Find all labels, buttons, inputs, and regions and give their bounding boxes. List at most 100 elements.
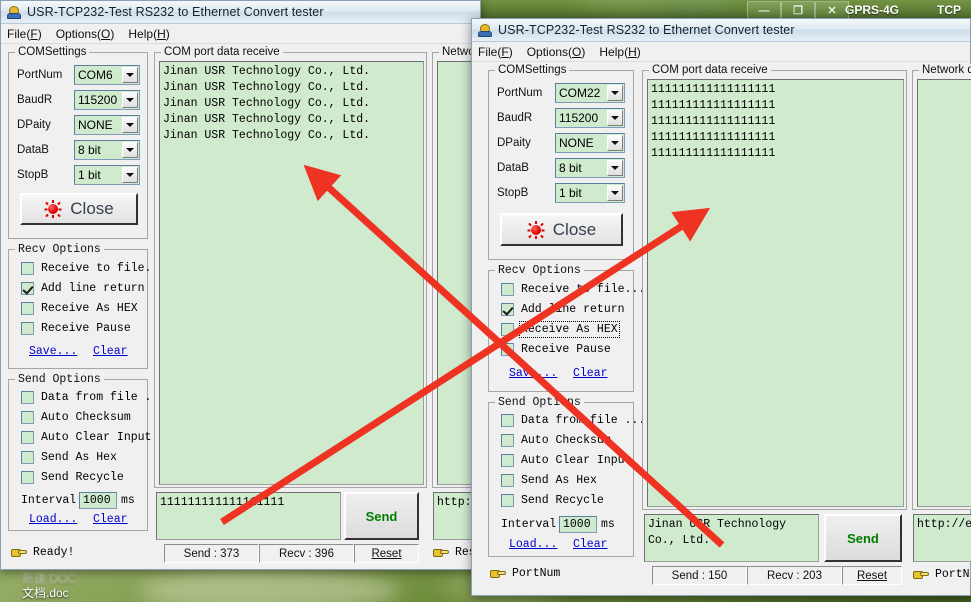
checkbox-data-from-file-left[interactable]: Data from file ... (21, 391, 165, 404)
chevron-down-icon[interactable] (122, 117, 138, 133)
combo-baudr-left[interactable]: 115200 (74, 90, 140, 110)
menubar-left[interactable]: File(F) Options(O) Help(H) (1, 24, 480, 44)
send-button-right[interactable]: Send (824, 514, 902, 562)
menu-help-right[interactable]: Help(H) (599, 45, 640, 59)
link-send-clear-right[interactable]: Clear (573, 538, 608, 551)
reset-button-left[interactable]: Reset (354, 544, 419, 563)
background-window-text-tcp: TCP (937, 3, 961, 17)
combo-dpaity-right[interactable]: NONE (555, 133, 625, 153)
close-port-button-left[interactable]: Close (20, 193, 138, 225)
checkbox-send-as-hex-right[interactable]: Send As Hex (501, 474, 597, 487)
chevron-down-icon[interactable] (122, 142, 138, 158)
combo-stopb-left[interactable]: 1 bit (74, 165, 140, 185)
interval-input-left[interactable]: 1000 (79, 492, 117, 509)
combo-portnum-left[interactable]: COM6 (74, 65, 140, 85)
checkbox-receive-to-file-right[interactable]: Receive to file... (501, 283, 645, 296)
combo-portnum-right[interactable]: COM22 (555, 83, 625, 103)
checkbox-box-icon[interactable] (21, 431, 34, 444)
link-send-load-left[interactable]: Load... (29, 513, 77, 526)
titlebar-right[interactable]: USR-TCP232-Test RS232 to Ethernet Conver… (472, 19, 970, 42)
menu-file-left[interactable]: File(F) (7, 27, 42, 41)
checkbox-receive-as-hex-left[interactable]: Receive As HEX (21, 302, 138, 315)
combo-stopb-right[interactable]: 1 bit (555, 183, 625, 203)
chevron-down-icon[interactable] (607, 160, 623, 176)
reset-button-right[interactable]: Reset (842, 566, 902, 585)
checkbox-box-icon[interactable] (21, 471, 34, 484)
chevron-down-icon[interactable] (607, 85, 623, 101)
chevron-down-icon[interactable] (607, 110, 623, 126)
link-recv-save-left[interactable]: Save... (29, 345, 77, 358)
label-datab-right: DataB (497, 162, 555, 174)
checkbox-box-icon[interactable] (21, 451, 34, 464)
menu-help-left[interactable]: Help(H) (128, 27, 169, 41)
desktop-icon-label-line2[interactable]: 文档.doc (22, 584, 69, 601)
checkbox-box-icon[interactable] (21, 411, 34, 424)
checkbox-box-icon[interactable] (21, 282, 34, 295)
checkbox-box-icon[interactable] (21, 262, 34, 275)
checkbox-add-line-return-right[interactable]: Add line return (501, 303, 625, 316)
checkbox-add-line-return-left[interactable]: Add line return (21, 282, 145, 295)
checkbox-box-icon[interactable] (501, 323, 514, 336)
link-recv-clear-right[interactable]: Clear (573, 367, 608, 380)
link-recv-clear-left[interactable]: Clear (93, 345, 128, 358)
com-receive-textarea-right[interactable]: 111111111111111111 111111111111111111 11… (647, 79, 904, 507)
window-right[interactable]: USR-TCP232-Test RS232 to Ethernet Conver… (471, 18, 971, 596)
checkbox-receive-pause-left[interactable]: Receive Pause (21, 322, 131, 335)
combo-baudr-value-right: 115200 (559, 111, 598, 125)
legend-send-options-left: Send Options (15, 373, 104, 386)
send-input-value-left: 111111111111111111 (160, 495, 337, 511)
checkbox-auto-clear-input-right[interactable]: Auto Clear Input (501, 454, 631, 467)
close-port-label-left: Close (70, 199, 113, 219)
close-port-button-right[interactable]: Close (500, 213, 623, 246)
checkbox-box-icon[interactable] (21, 391, 34, 404)
chevron-down-icon[interactable] (607, 135, 623, 151)
link-send-clear-left[interactable]: Clear (93, 513, 128, 526)
checkbox-box-icon[interactable] (501, 414, 514, 427)
send-button-left[interactable]: Send (344, 492, 419, 540)
interval-input-right[interactable]: 1000 (559, 516, 597, 533)
checkbox-box-icon[interactable] (501, 434, 514, 447)
checkbox-label: Add line return (41, 282, 145, 295)
checkbox-box-icon[interactable] (501, 303, 514, 316)
checkbox-box-icon[interactable] (21, 322, 34, 335)
menubar-right[interactable]: File(F) Options(O) Help(H) (472, 42, 970, 62)
checkbox-box-icon[interactable] (501, 474, 514, 487)
checkbox-box-icon[interactable] (501, 343, 514, 356)
combo-dpaity-left[interactable]: NONE (74, 115, 140, 135)
checkbox-box-icon[interactable] (501, 283, 514, 296)
link-send-load-right[interactable]: Load... (509, 538, 557, 551)
link-recv-save-right[interactable]: Save... (509, 367, 557, 380)
combo-datab-left[interactable]: 8 bit (74, 140, 140, 160)
checkbox-send-as-hex-left[interactable]: Send As Hex (21, 451, 117, 464)
checkbox-box-icon[interactable] (21, 302, 34, 315)
checkbox-auto-clear-input-left[interactable]: Auto Clear Input (21, 431, 151, 444)
menu-options-left[interactable]: Options(O) (56, 27, 115, 41)
network-receive-textarea-right[interactable] (917, 79, 971, 507)
checkbox-box-icon[interactable] (501, 454, 514, 467)
send-input-left[interactable]: 111111111111111111 (156, 492, 341, 540)
chevron-down-icon[interactable] (122, 67, 138, 83)
network-url-right: http://en (917, 517, 971, 533)
menu-options-right[interactable]: Options(O) (527, 45, 586, 59)
checkbox-box-icon[interactable] (501, 494, 514, 507)
checkbox-label: Receive As HEX (41, 302, 138, 315)
checkbox-auto-checksum-left[interactable]: Auto Checksum (21, 411, 131, 424)
chevron-down-icon[interactable] (122, 92, 138, 108)
checkbox-receive-to-file-left[interactable]: Receive to file... (21, 262, 165, 275)
checkbox-auto-checksum-right[interactable]: Auto Checksum (501, 434, 611, 447)
checkbox-receive-pause-right[interactable]: Receive Pause (501, 343, 611, 356)
menu-file-right[interactable]: File(F) (478, 45, 513, 59)
window-left[interactable]: USR-TCP232-Test RS232 to Ethernet Conver… (0, 0, 481, 570)
network-send-input-right[interactable]: http://en (913, 514, 971, 562)
checkbox-receive-as-hex-right[interactable]: Receive As HEX (501, 323, 618, 336)
titlebar-left[interactable]: USR-TCP232-Test RS232 to Ethernet Conver… (1, 1, 480, 24)
chevron-down-icon[interactable] (122, 167, 138, 183)
combo-datab-right[interactable]: 8 bit (555, 158, 625, 178)
checkbox-send-recycle-right[interactable]: Send Recycle (501, 494, 604, 507)
checkbox-data-from-file-right[interactable]: Data from file ... (501, 414, 645, 427)
checkbox-send-recycle-left[interactable]: Send Recycle (21, 471, 124, 484)
combo-baudr-right[interactable]: 115200 (555, 108, 625, 128)
com-receive-textarea-left[interactable]: Jinan USR Technology Co., Ltd. Jinan USR… (159, 61, 424, 485)
send-input-right[interactable]: Jinan USR Technology Co., Ltd. (644, 514, 819, 562)
chevron-down-icon[interactable] (607, 185, 623, 201)
